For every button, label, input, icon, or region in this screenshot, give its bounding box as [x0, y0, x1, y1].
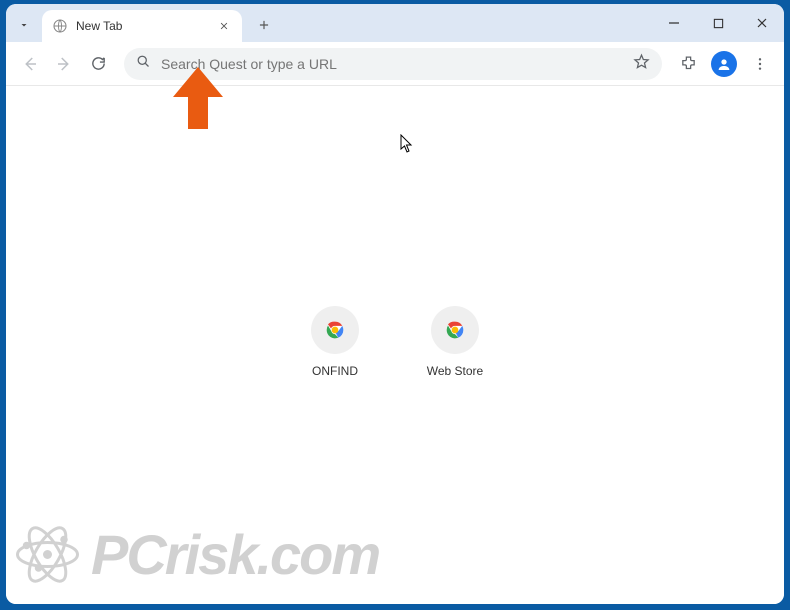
profile-avatar-icon	[711, 51, 737, 77]
address-input[interactable]	[161, 56, 633, 72]
browser-window: New Tab	[6, 4, 784, 604]
close-icon	[756, 17, 768, 29]
arrow-left-icon	[21, 55, 39, 73]
globe-icon	[52, 18, 68, 34]
shortcut-label: Web Store	[427, 364, 483, 378]
tab-search-button[interactable]	[10, 10, 38, 40]
minimize-button[interactable]	[652, 6, 696, 40]
shortcut-icon	[311, 306, 359, 354]
tab-close-button[interactable]	[216, 18, 232, 34]
extensions-button[interactable]	[672, 48, 704, 80]
forward-button[interactable]	[48, 48, 80, 80]
menu-button[interactable]	[744, 48, 776, 80]
plus-icon	[257, 18, 271, 32]
new-tab-button[interactable]	[250, 11, 278, 39]
shortcut-label: ONFIND	[312, 364, 358, 378]
tab-title: New Tab	[76, 19, 216, 33]
reload-button[interactable]	[82, 48, 114, 80]
chrome-icon	[445, 320, 465, 340]
new-tab-page: ONFIND Web Store	[6, 86, 784, 604]
search-icon	[136, 54, 151, 74]
tab-strip: New Tab	[6, 4, 784, 42]
bookmark-button[interactable]	[633, 53, 650, 75]
shortcut-onfind[interactable]: ONFIND	[295, 306, 375, 378]
close-window-button[interactable]	[740, 6, 784, 40]
window-controls	[652, 4, 784, 42]
shortcut-webstore[interactable]: Web Store	[415, 306, 495, 378]
extensions-icon	[680, 55, 697, 72]
shortcuts-grid: ONFIND Web Store	[295, 306, 495, 378]
arrow-right-icon	[55, 55, 73, 73]
maximize-icon	[713, 18, 724, 29]
dots-vertical-icon	[752, 56, 768, 72]
minimize-icon	[668, 17, 680, 29]
shortcut-icon	[431, 306, 479, 354]
maximize-button[interactable]	[696, 6, 740, 40]
active-tab[interactable]: New Tab	[42, 10, 242, 42]
address-bar[interactable]	[124, 48, 662, 80]
star-icon	[633, 53, 650, 70]
back-button[interactable]	[14, 48, 46, 80]
chevron-down-icon	[18, 19, 30, 31]
chrome-icon	[325, 320, 345, 340]
close-icon	[219, 21, 229, 31]
toolbar-actions	[672, 48, 776, 80]
reload-icon	[90, 55, 107, 72]
toolbar	[6, 42, 784, 86]
profile-button[interactable]	[708, 48, 740, 80]
